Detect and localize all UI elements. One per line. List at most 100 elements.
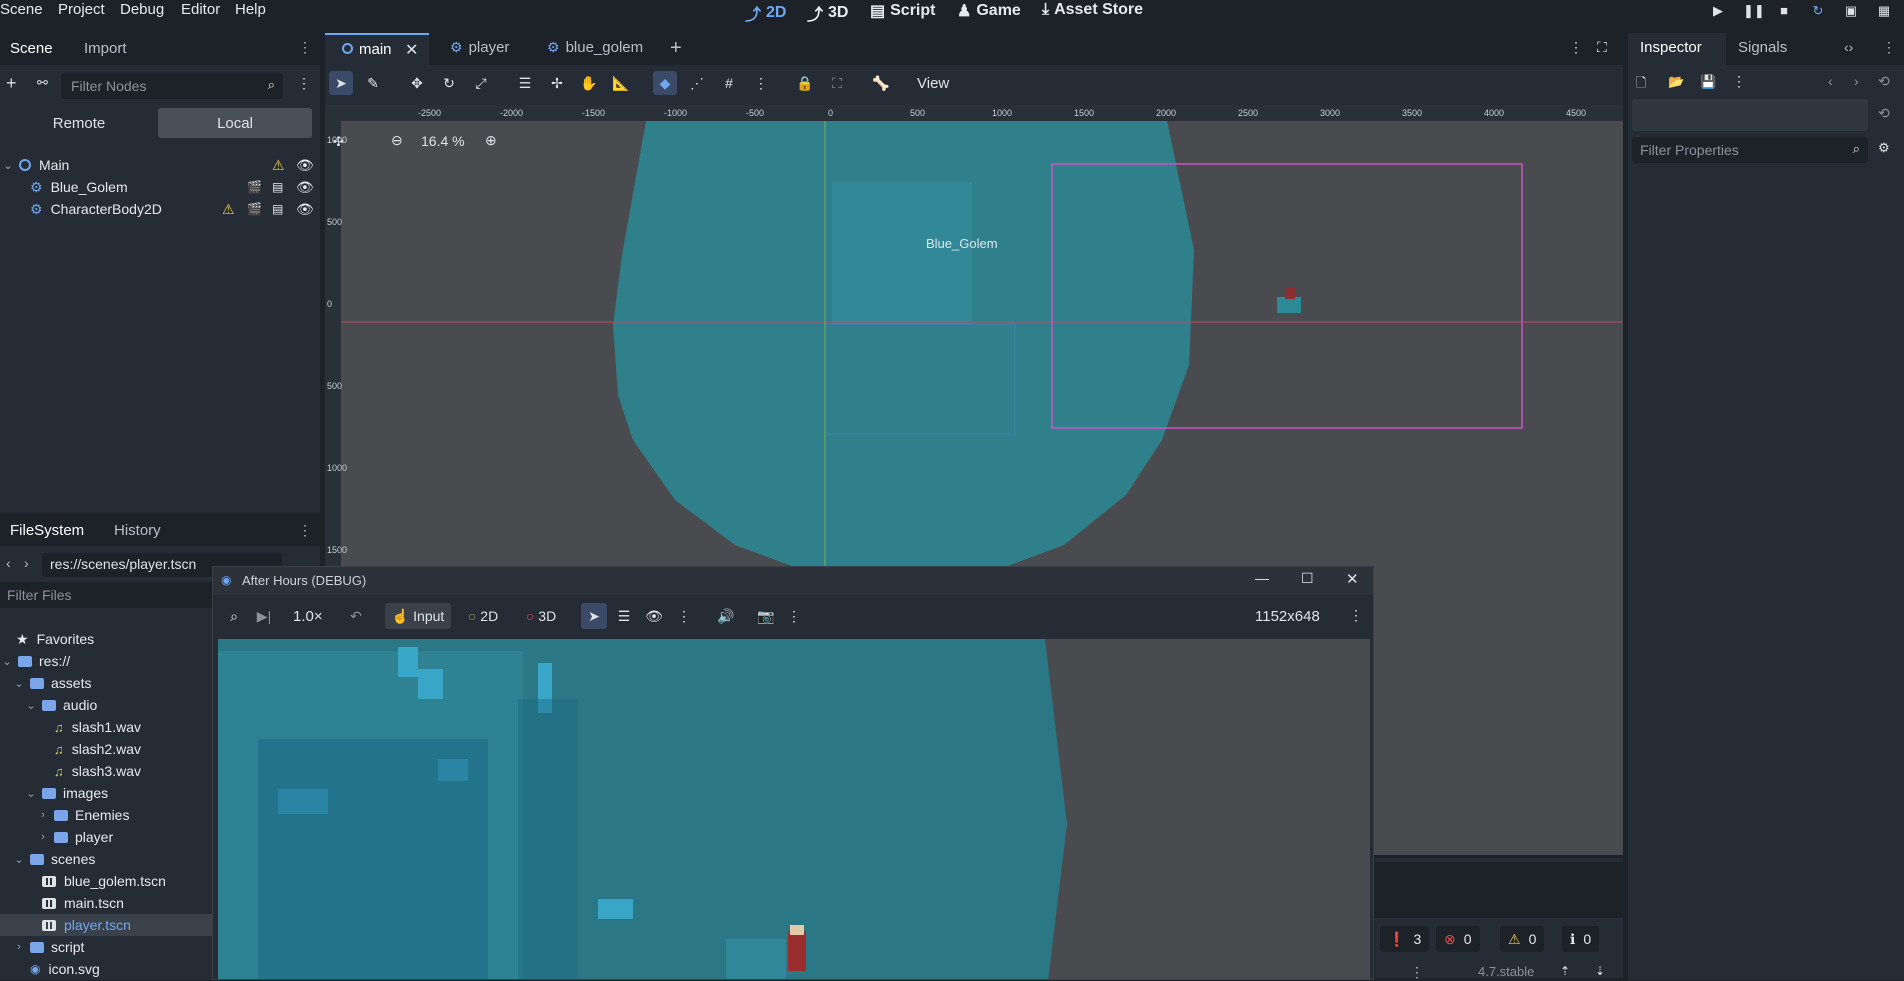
play-scene-icon[interactable]: ▣ [1843, 3, 1859, 19]
snap-options-icon[interactable]: ⋰ [685, 71, 709, 95]
link-icon[interactable]: ⚯ [37, 75, 48, 91]
reload-icon[interactable]: ↻ [1810, 3, 1826, 19]
tab-main[interactable]: main ✕ [325, 33, 429, 65]
input-toggle-button[interactable]: ☝ Input [385, 603, 451, 629]
zoom-level[interactable]: 16.4 % [421, 133, 465, 149]
property-settings-icon[interactable]: ⚙ [1878, 140, 1890, 156]
close-icon[interactable]: ✕ [1346, 570, 1359, 588]
warnings-badge[interactable]: ⚠ 0 [1500, 926, 1545, 952]
filter-files-input[interactable]: Filter Files [0, 582, 220, 608]
view-menu[interactable]: View [917, 75, 949, 92]
object-history-icon[interactable]: ⟲ [1878, 105, 1890, 122]
script-attached-icon[interactable]: ▤ [272, 202, 283, 216]
rotate-tool-icon[interactable]: ↻ [437, 71, 461, 95]
asset-store-button[interactable]: ⤓ Asset Store [1042, 1, 1143, 19]
add-tab-icon[interactable]: + [670, 37, 682, 60]
minimize-icon[interactable]: — [1255, 570, 1269, 586]
open-folder-icon[interactable]: 📂 [1668, 74, 1684, 90]
visibility-eye-icon[interactable]: 👁 [296, 201, 314, 218]
pivot-icon[interactable]: ✢ [545, 71, 569, 95]
filter-nodes-input[interactable]: Filter Nodes ⌕ [61, 73, 283, 99]
menu-debug[interactable]: Debug [120, 1, 164, 18]
camera-options-icon[interactable]: ⋮ [781, 603, 807, 629]
next-frame-icon[interactable]: ▶| [251, 603, 277, 629]
tab-blue-golem[interactable]: ⚙ blue_golem [547, 39, 643, 56]
visibility-eye-icon[interactable]: 👁 [296, 157, 314, 174]
play-custom-icon[interactable]: ▦ [1876, 3, 1892, 19]
filter-properties-input[interactable]: Filter Properties ⌕ [1632, 137, 1868, 163]
tree-node-main[interactable]: ⌄ Main ⚠ 👁 [0, 154, 320, 176]
play-icon[interactable]: ▶ [1710, 3, 1726, 19]
expand-panel-icon[interactable]: ⇡ [1560, 964, 1570, 978]
errors-badge[interactable]: ⊗ 0 [1436, 926, 1480, 952]
paint-tool-icon[interactable]: ✎ [361, 71, 385, 95]
warning-icon[interactable]: ⚠ [272, 157, 285, 174]
scale-tool-icon[interactable]: ⤢ [469, 71, 493, 95]
zoom-in-icon[interactable]: ⊕ [485, 132, 497, 149]
new-resource-icon[interactable]: 🗋 [1636, 74, 1646, 96]
menu-scene[interactable]: Scene [0, 1, 43, 18]
instance-icon[interactable]: 🎬 [247, 180, 262, 194]
list-select-icon[interactable]: ☰ [611, 603, 637, 629]
lock-icon[interactable]: 🔒 [793, 71, 817, 95]
stop-icon[interactable]: ■ [1776, 3, 1792, 19]
errors-total-badge[interactable]: ❗ 3 [1380, 926, 1430, 952]
pin-icon[interactable]: ⇣ [1595, 964, 1605, 978]
workspace-3d-button[interactable]: ⤴ 3D [807, 1, 848, 25]
tab-scene[interactable]: Scene [10, 40, 53, 57]
more-options-icon[interactable]: ⋮ [749, 71, 773, 95]
dock-menu-icon[interactable]: ⋮ [1882, 39, 1896, 56]
more-options-icon[interactable]: ⋮ [671, 603, 697, 629]
skeleton-icon[interactable]: 🦴 [869, 71, 893, 95]
node-options-icon[interactable]: ⋮ [297, 75, 311, 92]
history-back-icon[interactable]: ‹ [1828, 73, 1833, 89]
tree-node-characterbody2d[interactable]: ⚙ CharacterBody2D ⚠ 🎬 ▤ 👁 [0, 198, 320, 220]
move-tool-icon[interactable]: ✥ [405, 71, 429, 95]
save-icon[interactable]: 💾 [1700, 74, 1716, 90]
tab-signals[interactable]: Signals [1738, 39, 1787, 56]
grid-snap-icon[interactable]: # [717, 71, 741, 95]
history-icon[interactable]: ⟲ [1878, 73, 1890, 90]
game-render[interactable] [218, 639, 1370, 980]
tab-player[interactable]: ⚙ player [450, 39, 509, 56]
tab-menu-icon[interactable]: ⋮ [1569, 39, 1583, 56]
script-attached-icon[interactable]: ▤ [272, 180, 283, 194]
window-menu-icon[interactable]: ⋮ [1349, 607, 1363, 624]
camera-icon[interactable]: 📷 [753, 603, 779, 629]
select-tool-icon[interactable]: ➤ [581, 603, 607, 629]
group-icon[interactable]: ⛶ [825, 71, 849, 95]
tree-node-blue-golem[interactable]: ⚙ Blue_Golem 🎬 ▤ 👁 [0, 176, 320, 198]
add-node-icon[interactable]: + [6, 73, 17, 94]
speed-multiplier[interactable]: 1.0× [293, 608, 323, 625]
close-icon[interactable]: ✕ [405, 40, 418, 60]
mode-3d-button[interactable]: ○ 3D [519, 603, 563, 629]
tab-import[interactable]: Import [84, 40, 127, 57]
workspace-game-button[interactable]: ♟ Game [957, 1, 1021, 21]
pause-icon[interactable]: ❚❚ [1743, 3, 1765, 19]
select-tool-icon[interactable]: ➤ [329, 71, 353, 95]
ruler-tool-icon[interactable]: 📐 [609, 71, 633, 95]
list-select-icon[interactable]: ☰ [513, 71, 537, 95]
visibility-eye-icon[interactable]: 👁 [296, 179, 314, 196]
instance-icon[interactable]: 🎬 [247, 202, 262, 216]
tab-history[interactable]: History [114, 522, 161, 539]
zoom-out-icon[interactable]: ⊖ [391, 132, 403, 149]
status-menu-icon[interactable]: ⋮ [1410, 964, 1424, 981]
local-button[interactable]: Local [158, 108, 312, 138]
messages-badge[interactable]: ℹ0 [1562, 926, 1600, 952]
menu-editor[interactable]: Editor [181, 1, 220, 18]
workspace-2d-button[interactable]: ⤴ 2D [745, 1, 786, 25]
speaker-icon[interactable]: 🔊 [713, 603, 739, 629]
menu-help[interactable]: Help [235, 1, 266, 18]
dock-menu-icon[interactable]: ⋮ [298, 39, 312, 56]
tab-inspector[interactable]: Inspector [1640, 39, 1702, 56]
visibility-eye-icon[interactable]: 👁 [641, 603, 667, 629]
dock-menu-icon[interactable]: ⋮ [298, 522, 312, 539]
mode-2d-button[interactable]: ○ 2D [461, 603, 505, 629]
tab-filesystem[interactable]: FileSystem [10, 522, 84, 539]
fullscreen-icon[interactable]: ⛶ [1597, 39, 1607, 56]
object-selector[interactable] [1632, 99, 1868, 131]
embed-options-icon[interactable]: ⌕ [221, 603, 247, 629]
forward-icon[interactable]: › [24, 555, 29, 571]
reset-speed-icon[interactable]: ↶ [343, 603, 369, 629]
